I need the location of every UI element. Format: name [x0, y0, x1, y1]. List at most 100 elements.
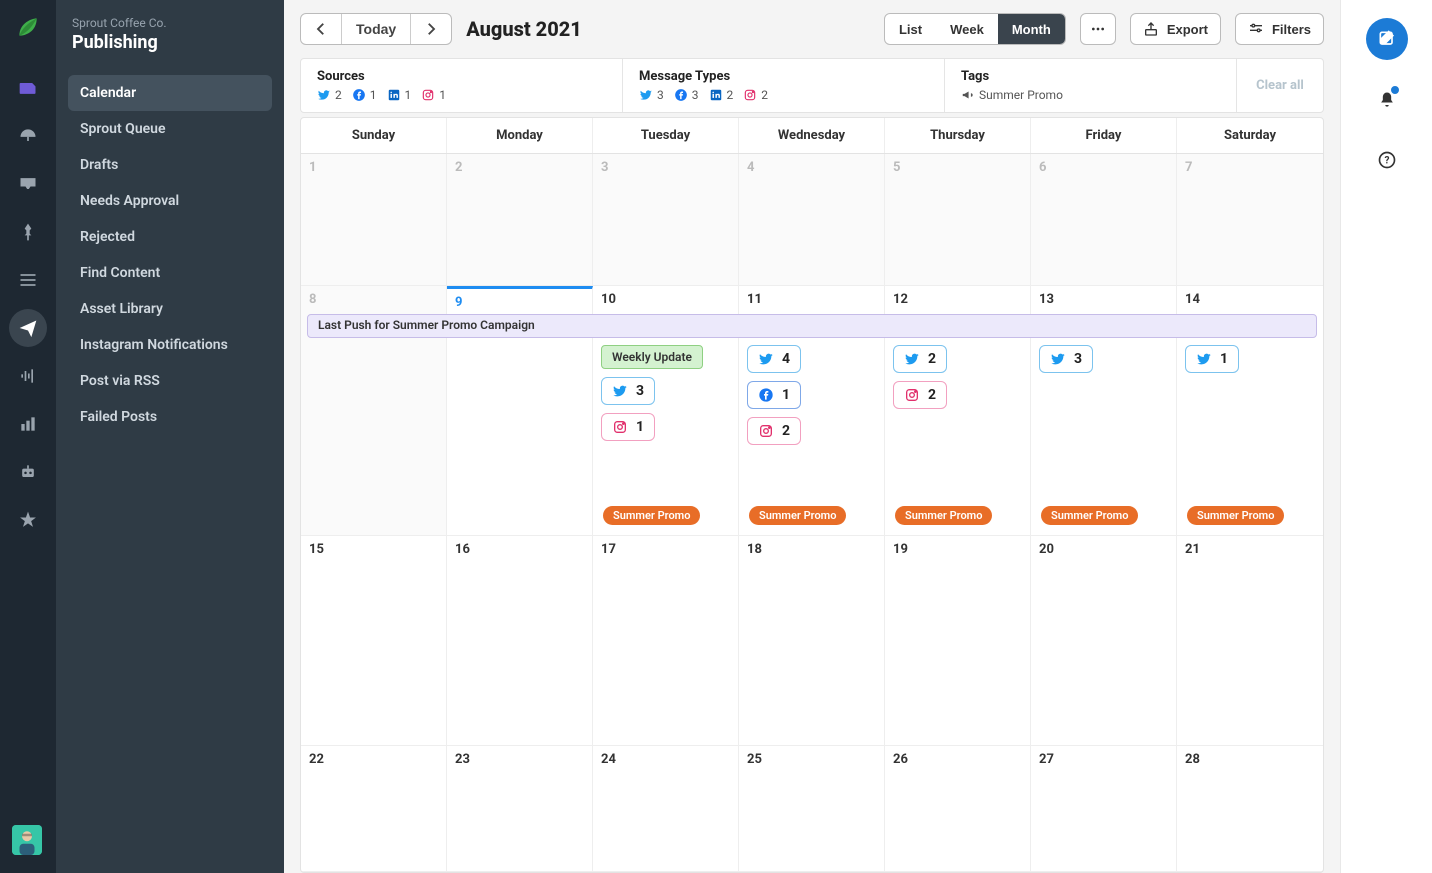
calendar-day[interactable]: 20	[1031, 536, 1177, 746]
rail-feeds-icon[interactable]	[0, 256, 56, 304]
next-period-button[interactable]	[411, 14, 451, 44]
export-button[interactable]: Export	[1130, 13, 1221, 45]
app-logo	[15, 14, 41, 40]
nav-item-failed-posts[interactable]: Failed Posts	[68, 399, 272, 435]
rail-star-icon[interactable]	[0, 496, 56, 544]
rail-pin-icon[interactable]	[0, 208, 56, 256]
calendar-note[interactable]: Weekly Update	[601, 345, 703, 369]
post-chip-twitter[interactable]: 1	[1185, 345, 1239, 373]
calendar-day[interactable]: 16	[447, 536, 593, 746]
filter-sources[interactable]: Sources 2111	[301, 59, 623, 112]
calendar-day[interactable]: 7	[1177, 154, 1323, 286]
day-tag-pill[interactable]: Summer Promo	[603, 506, 700, 525]
calendar-day[interactable]: 19	[885, 536, 1031, 746]
view-week-button[interactable]: Week	[936, 14, 998, 44]
day-tag-pill[interactable]: Summer Promo	[895, 506, 992, 525]
calendar-day[interactable]: 27	[1031, 746, 1177, 872]
nav-list: CalendarSprout QueueDraftsNeeds Approval…	[68, 75, 272, 435]
icon-rail	[0, 0, 56, 873]
day-number: 9	[455, 295, 584, 310]
day-number: 17	[601, 542, 730, 557]
calendar-day[interactable]: 3	[593, 154, 739, 286]
post-chip-instagram[interactable]: 2	[747, 417, 801, 445]
calendar-day[interactable]: 21	[1177, 536, 1323, 746]
filter-message-types[interactable]: Message Types 3322	[623, 59, 945, 112]
compose-button[interactable]	[1366, 18, 1408, 60]
rail-reports-icon[interactable]	[0, 400, 56, 448]
prev-period-button[interactable]	[301, 14, 341, 44]
calendar-day[interactable]: 6	[1031, 154, 1177, 286]
rail-publishing-icon[interactable]	[0, 64, 56, 112]
nav-item-needs-approval[interactable]: Needs Approval	[68, 183, 272, 219]
export-label: Export	[1167, 22, 1208, 37]
rail-bot-icon[interactable]	[0, 448, 56, 496]
view-list-button[interactable]: List	[885, 14, 936, 44]
filter-tags[interactable]: Tags Summer Promo	[945, 59, 1237, 112]
calendar-day[interactable]: 24	[593, 746, 739, 872]
view-month-button[interactable]: Month	[998, 14, 1065, 44]
clear-all-link[interactable]: Clear all	[1256, 78, 1304, 93]
day-tag-pill[interactable]: Summer Promo	[749, 506, 846, 525]
calendar-day[interactable]: 4	[739, 154, 885, 286]
day-number: 15	[309, 542, 438, 557]
toolbar: Today August 2021 List Week Month Export…	[284, 0, 1340, 58]
view-switch: List Week Month	[884, 13, 1066, 45]
post-chip-twitter[interactable]: 4	[747, 345, 801, 373]
rail-inbox-icon[interactable]	[0, 160, 56, 208]
more-actions-button[interactable]	[1080, 13, 1116, 45]
calendar-day[interactable]: 15	[301, 536, 447, 746]
calendar-grid: SundayMondayTuesdayWednesdayThursdayFrid…	[300, 117, 1324, 873]
post-chip-instagram[interactable]: 1	[601, 413, 655, 441]
nav-item-instagram-notifications[interactable]: Instagram Notifications	[68, 327, 272, 363]
filters-button[interactable]: Filters	[1235, 13, 1324, 45]
notifications-button[interactable]	[1367, 80, 1407, 120]
filter-clear[interactable]: Clear all	[1237, 59, 1323, 112]
rail-dashboard-icon[interactable]	[0, 112, 56, 160]
rail-send-icon[interactable]	[0, 304, 56, 352]
help-button[interactable]: ?	[1367, 140, 1407, 180]
nav-item-calendar[interactable]: Calendar	[68, 75, 272, 111]
post-chip-twitter[interactable]: 2	[893, 345, 947, 373]
day-number: 20	[1039, 542, 1168, 557]
day-tag-pill[interactable]: Summer Promo	[1041, 506, 1138, 525]
day-number: 11	[747, 292, 876, 307]
filter-bar: Sources 2111 Message Types 3322 Tags Sum…	[300, 58, 1324, 113]
nav-item-drafts[interactable]: Drafts	[68, 147, 272, 183]
day-number: 5	[893, 160, 1022, 175]
dow-monday: Monday	[447, 118, 593, 153]
campaign-span-bar[interactable]: Last Push for Summer Promo Campaign	[307, 314, 1317, 338]
nav-item-sprout-queue[interactable]: Sprout Queue	[68, 111, 272, 147]
day-tag-pill[interactable]: Summer Promo	[1187, 506, 1284, 525]
user-avatar[interactable]	[12, 825, 42, 855]
calendar-day[interactable]: 28	[1177, 746, 1323, 872]
main: Today August 2021 List Week Month Export…	[284, 0, 1340, 873]
dow-tuesday: Tuesday	[593, 118, 739, 153]
calendar-week: 1234567	[301, 154, 1323, 286]
calendar-day[interactable]: 1	[301, 154, 447, 286]
today-button[interactable]: Today	[341, 14, 411, 44]
calendar-day[interactable]: 18	[739, 536, 885, 746]
calendar-day[interactable]: 2	[447, 154, 593, 286]
nav-item-post-via-rss[interactable]: Post via RSS	[68, 363, 272, 399]
filter-message-types-title: Message Types	[639, 69, 928, 84]
calendar-day[interactable]: 5	[885, 154, 1031, 286]
post-chip-twitter[interactable]: 3	[601, 377, 655, 405]
filter-pair-instagram: 2	[743, 88, 768, 102]
day-number: 13	[1039, 292, 1168, 307]
rail-listening-icon[interactable]	[0, 352, 56, 400]
nav-item-asset-library[interactable]: Asset Library	[68, 291, 272, 327]
nav-item-rejected[interactable]: Rejected	[68, 219, 272, 255]
nav-item-find-content[interactable]: Find Content	[68, 255, 272, 291]
day-number: 1	[309, 160, 438, 175]
calendar-day[interactable]: 26	[885, 746, 1031, 872]
post-chip-twitter[interactable]: 3	[1039, 345, 1093, 373]
calendar-day[interactable]: 25	[739, 746, 885, 872]
calendar-weeks: 1234567Last Push for Summer Promo Campai…	[301, 154, 1323, 872]
day-number: 23	[455, 752, 584, 767]
calendar-day[interactable]: 17	[593, 536, 739, 746]
calendar-day[interactable]: 23	[447, 746, 593, 872]
calendar-day[interactable]: 22	[301, 746, 447, 872]
post-chip-facebook[interactable]: 1	[747, 381, 801, 409]
post-chip-instagram[interactable]: 2	[893, 381, 947, 409]
calendar-week: 22 23 2425262728	[301, 746, 1323, 872]
